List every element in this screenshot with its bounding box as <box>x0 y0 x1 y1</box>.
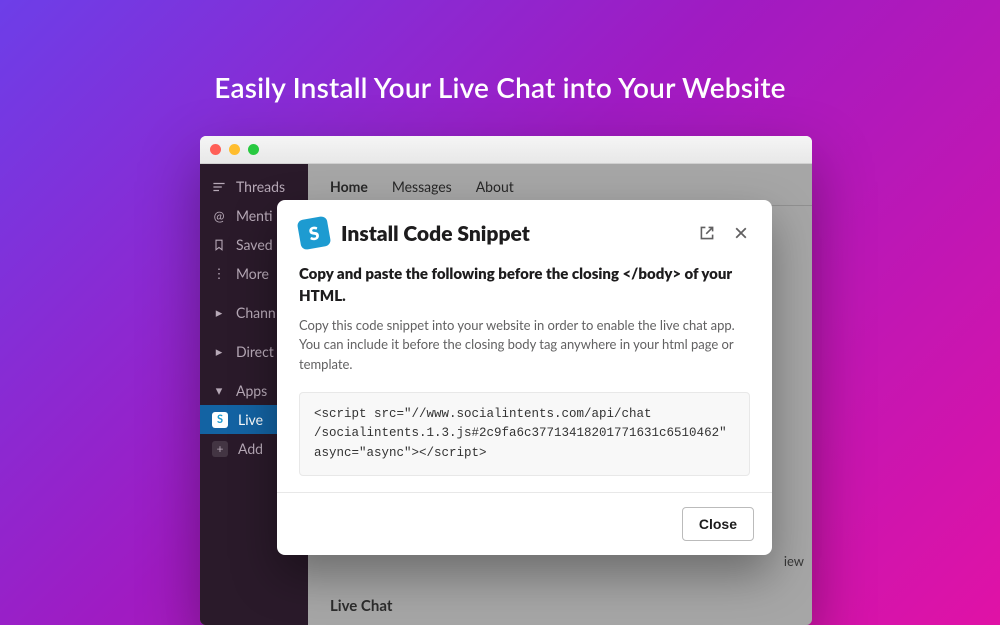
chevron-right-icon: ▸ <box>212 306 226 320</box>
modal-heading: Copy and paste the following before the … <box>299 264 750 308</box>
sidebar-item-label: Add <box>238 440 263 457</box>
app-icon: S <box>212 412 228 428</box>
bookmark-icon <box>212 238 226 252</box>
sidebar-item-label: Threads <box>236 178 285 195</box>
more-icon: ⋮ <box>212 267 226 281</box>
code-snippet[interactable]: <script src="//www.socialintents.com/api… <box>299 392 750 476</box>
at-icon: @ <box>212 209 226 223</box>
sidebar-item-label: Apps <box>236 382 267 399</box>
modal-footer: Close <box>277 492 772 555</box>
close-button[interactable]: Close <box>682 507 754 541</box>
window-titlebar <box>200 136 812 164</box>
chevron-right-icon: ▸ <box>212 345 226 359</box>
traffic-light-close-icon[interactable] <box>210 144 221 155</box>
traffic-light-minimize-icon[interactable] <box>229 144 240 155</box>
plus-icon: + <box>212 441 228 457</box>
modal-actions <box>698 224 750 242</box>
sidebar-item-label: Saved <box>236 236 273 253</box>
sidebar-item-label: Direct <box>236 343 274 360</box>
modal-header: S Install Code Snippet <box>277 200 772 254</box>
sidebar-item-label: Live <box>238 411 263 428</box>
install-snippet-modal: S Install Code Snippet Copy and paste th… <box>277 200 772 555</box>
close-icon[interactable] <box>732 224 750 242</box>
modal-description: Copy this code snippet into your website… <box>299 316 750 375</box>
page-title: Easily Install Your Live Chat into Your … <box>0 0 1000 104</box>
traffic-light-zoom-icon[interactable] <box>248 144 259 155</box>
modal-title: Install Code Snippet <box>341 221 686 246</box>
chevron-down-icon: ▾ <box>212 384 226 398</box>
app-logo-icon: S <box>297 216 332 251</box>
open-external-icon[interactable] <box>698 224 716 242</box>
sidebar-item-label: More <box>236 265 269 282</box>
sidebar-item-threads[interactable]: Threads <box>200 172 308 201</box>
sidebar-item-label: Chann <box>236 304 276 321</box>
threads-icon <box>212 180 226 194</box>
modal-body: Copy and paste the following before the … <box>277 254 772 492</box>
sidebar-item-label: Menti <box>236 207 273 224</box>
